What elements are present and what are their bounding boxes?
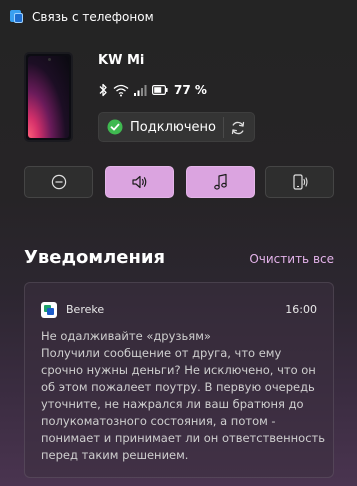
music-note-icon [213,173,227,190]
title-bar: Связь с телефоном [0,0,357,34]
notification-card[interactable]: Bereke 16:00 Не одалживайте «друзьям» По… [24,282,334,478]
notification-body: Не одалживайте «друзьям» Получили сообще… [41,328,325,464]
notification-time: 16:00 [285,303,317,316]
connection-status: Подключено [98,112,255,142]
device-panel: KW Mi 77 % Подключено [24,52,334,142]
clear-all-link[interactable]: Очистить все [249,252,334,266]
music-button[interactable] [186,166,255,198]
speaker-icon [131,175,146,189]
notification-app-name: Bereke [66,303,105,316]
battery-icon [152,85,168,95]
notifications-header: Уведомления Очистить все [24,247,334,273]
phone-link-app-icon [10,10,24,24]
quick-controls [24,166,334,198]
device-status-row: 77 % [98,82,212,98]
connection-status-label: Подключено [130,119,216,135]
window-title: Связь с телефоном [32,10,154,24]
minus-circle-icon [51,174,66,190]
notification-text: Получили сообщение от друга, что ему сро… [41,346,325,462]
check-circle-icon [107,119,123,135]
phone-ring-icon [292,174,308,190]
device-name: KW Mi [98,53,145,68]
notifications-title: Уведомления [24,247,166,268]
volume-button[interactable] [105,166,174,198]
notification-title: Не одалживайте «друзьям» [41,329,211,343]
signal-icon [134,85,147,96]
ring-phone-button[interactable] [265,166,334,198]
battery-percentage: 77 % [174,83,207,97]
wifi-icon [113,84,129,96]
do-not-disturb-button[interactable] [24,166,93,198]
refresh-icon[interactable] [230,120,246,136]
divider [223,117,224,138]
bereke-app-icon [41,302,57,318]
phone-image [24,52,73,142]
bluetooth-icon [99,83,107,97]
